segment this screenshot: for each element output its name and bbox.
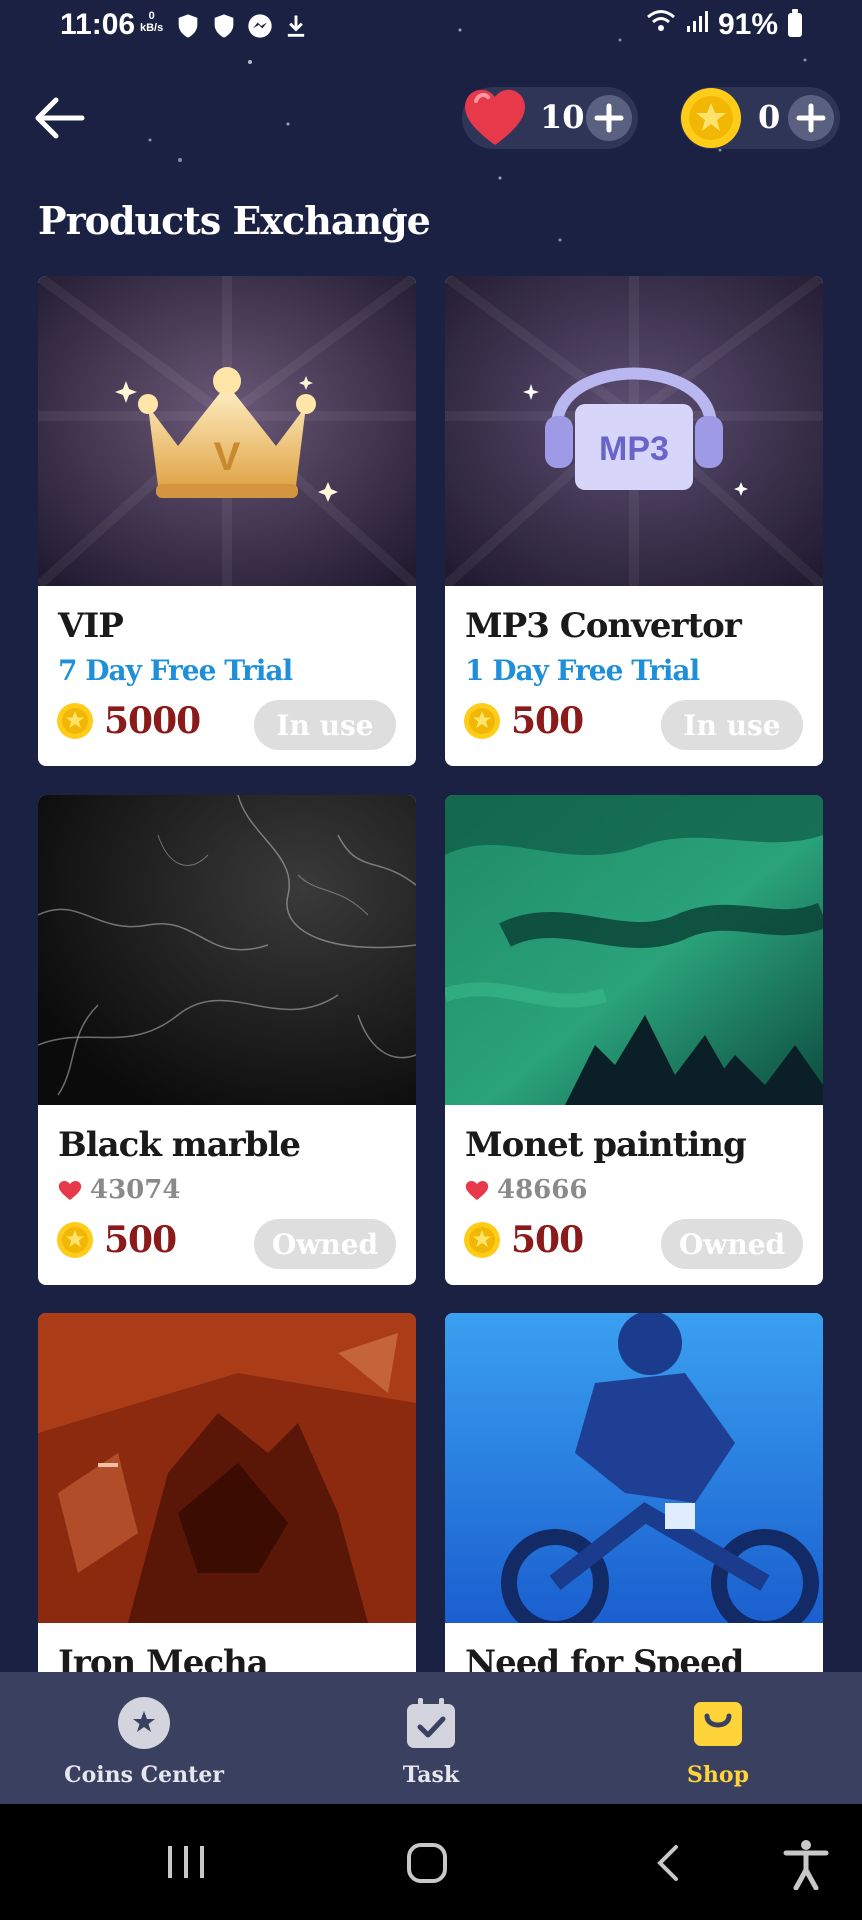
mp3-artwork: MP3 (445, 276, 823, 586)
likes: 43074 (58, 1175, 180, 1205)
trial-label: 1 Day Free Trial (465, 654, 700, 687)
price-value: 500 (511, 1219, 584, 1261)
in-use-button[interactable]: In use (254, 700, 396, 750)
nav-coins-center[interactable]: Coins Center (44, 1696, 244, 1788)
price: 500 (56, 1219, 177, 1261)
price: 500 (463, 700, 584, 742)
black-marble-artwork (38, 795, 416, 1105)
status-time: 11:06 (60, 8, 136, 41)
vip-art-letter: V (214, 435, 241, 479)
add-hearts-button[interactable] (586, 95, 632, 141)
page-title: Products Exchange (38, 198, 431, 243)
likes-count: 43074 (90, 1175, 181, 1205)
messenger-icon (246, 12, 274, 45)
mp3-art-text: MP3 (599, 430, 669, 468)
product-name: Black marble (58, 1125, 301, 1165)
arrow-left-icon (35, 97, 85, 139)
coins-balance: 0 (680, 87, 840, 149)
nav-shop[interactable]: Shop (618, 1696, 818, 1788)
system-navigation-bar (0, 1804, 862, 1920)
network-speed-unit: kB/s (140, 22, 164, 34)
product-name: Monet painting (465, 1125, 747, 1165)
shopping-bag-icon (694, 1702, 742, 1746)
home-icon[interactable] (406, 1842, 448, 1884)
heart-icon (460, 83, 530, 153)
recent-apps-icon[interactable] (166, 1844, 206, 1880)
network-speed: 0 kB/s (140, 10, 163, 34)
nav-label: Coins Center (64, 1762, 224, 1788)
notification-icons (174, 12, 310, 45)
product-card-vip[interactable]: V VIP 7 Day Free Trial 5000 In use (38, 276, 416, 766)
monet-painting-artwork (445, 795, 823, 1105)
coins-count: 0 (758, 98, 781, 136)
plus-icon (594, 103, 624, 133)
coin-icon (464, 1222, 500, 1258)
accessibility-icon[interactable] (782, 1838, 830, 1890)
heart-icon (58, 1181, 82, 1200)
vip-artwork: V (38, 276, 416, 586)
add-coins-button[interactable] (788, 95, 834, 141)
owned-button[interactable]: Owned (254, 1219, 396, 1269)
likes: 48666 (465, 1175, 587, 1205)
trial-label: 7 Day Free Trial (58, 654, 293, 687)
product-card-black-marble[interactable]: Black marble 43074 500 Owned (38, 795, 416, 1285)
nav-task[interactable]: Task (331, 1696, 531, 1788)
back-nav-icon[interactable] (654, 1844, 682, 1882)
calendar-check-icon (407, 1698, 455, 1748)
iron-mecha-artwork (38, 1313, 416, 1623)
price: 5000 (56, 700, 201, 742)
status-bar: 11:06 0 kB/s 91% (0, 0, 862, 52)
likes-count: 48666 (497, 1175, 588, 1205)
bottom-navigation: Coins Center Task Shop (0, 1672, 862, 1804)
need-for-speed-artwork (445, 1313, 823, 1623)
hearts-count: 10 (540, 98, 585, 136)
product-name: VIP (58, 606, 124, 646)
battery-icon (788, 9, 802, 37)
coin-icon (464, 703, 500, 739)
network-speed-value: 0 (148, 10, 155, 22)
nav-label-active: Shop (687, 1762, 749, 1788)
status-right: 91% (646, 8, 802, 42)
price-value: 500 (511, 700, 584, 742)
hearts-balance: 10 (462, 87, 638, 149)
product-card-mp3-convertor[interactable]: MP3 MP3 Convertor 1 Day Free Trial 500 I… (445, 276, 823, 766)
nav-label: Task (402, 1762, 460, 1788)
coin-icon (57, 703, 93, 739)
coin-icon (57, 1222, 93, 1258)
owned-button[interactable]: Owned (661, 1219, 803, 1269)
back-button[interactable] (30, 92, 94, 144)
star-coin-icon (118, 1697, 170, 1749)
shield-icon (210, 12, 238, 45)
download-icon (282, 12, 310, 45)
shield-icon (174, 12, 202, 45)
battery-level: 91% (717, 8, 778, 41)
signal-icon (686, 8, 708, 42)
heart-icon (465, 1181, 489, 1200)
price-value: 500 (104, 1219, 177, 1261)
in-use-button[interactable]: In use (661, 700, 803, 750)
product-card-monet-painting[interactable]: Monet painting 48666 500 Owned (445, 795, 823, 1285)
plus-icon (796, 103, 826, 133)
coin-icon (678, 83, 744, 153)
price-value: 5000 (104, 700, 201, 742)
price: 500 (463, 1219, 584, 1261)
wifi-icon (646, 8, 676, 42)
product-name: MP3 Convertor (465, 606, 742, 646)
